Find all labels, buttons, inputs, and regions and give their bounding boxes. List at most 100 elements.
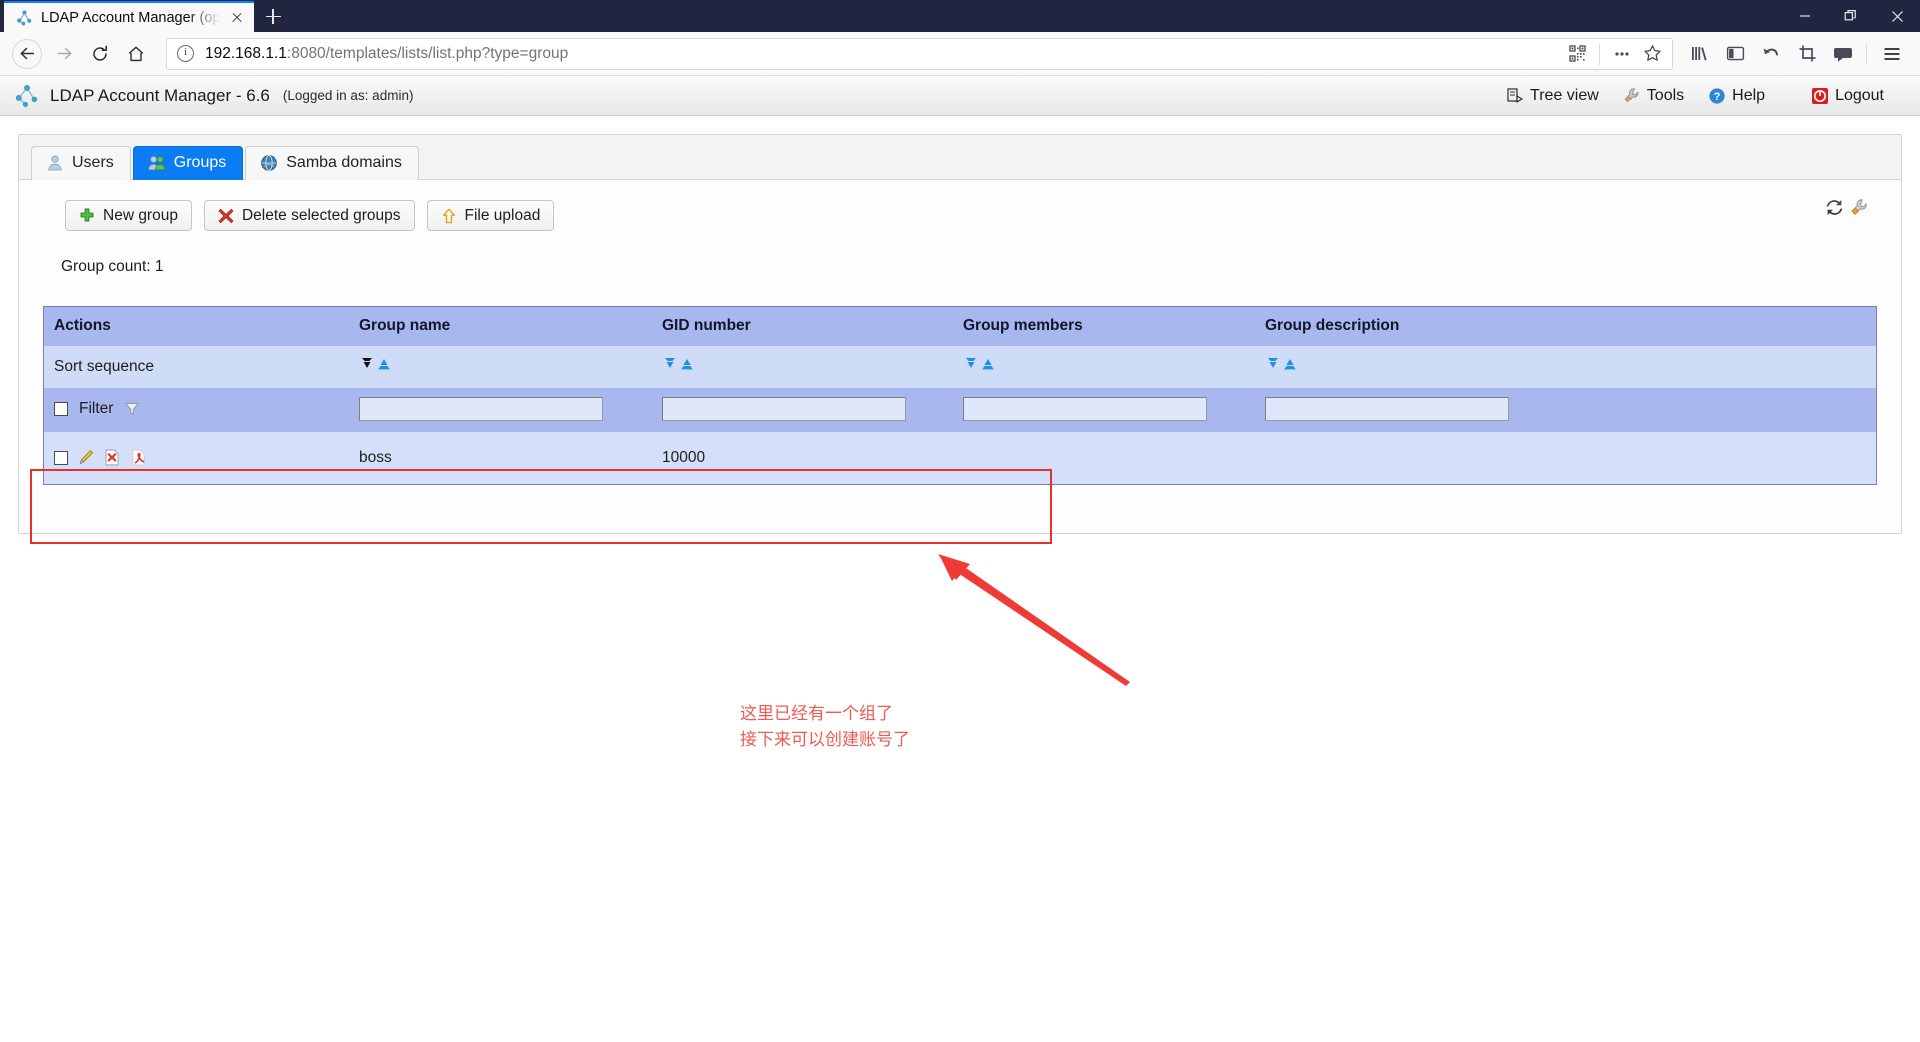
- restore-button[interactable]: [1828, 0, 1874, 32]
- sort-ascending-icon[interactable]: [1282, 356, 1298, 373]
- action-button-row: New group Delete selected groups File up…: [19, 196, 1901, 231]
- filter-input-group-name[interactable]: [359, 397, 603, 421]
- nav-tree-view[interactable]: Tree view: [1494, 87, 1611, 105]
- filter-input-group-description[interactable]: [1265, 397, 1509, 421]
- url-text: 192.168.1.1:8080/templates/lists/list.ph…: [205, 44, 569, 62]
- close-button[interactable]: [1874, 0, 1920, 32]
- tree-view-icon: [1507, 87, 1524, 103]
- new-tab-button[interactable]: [254, 1, 292, 32]
- filter-label: Filter: [79, 400, 114, 417]
- site-info-icon[interactable]: [177, 45, 194, 62]
- edit-pencil-icon[interactable]: [78, 449, 94, 466]
- qr-code-icon[interactable]: [1563, 40, 1591, 68]
- screenshot-crop-icon[interactable]: [1789, 36, 1825, 72]
- sort-descending-icon[interactable]: [963, 356, 979, 373]
- browser-tab[interactable]: LDAP Account Manager (ope: [4, 1, 254, 32]
- sort-arrows-group-name[interactable]: [359, 356, 392, 373]
- cell-group-members: [953, 432, 1255, 484]
- sort-ascending-icon[interactable]: [679, 356, 695, 373]
- browser-toolbar-right: [1681, 36, 1914, 72]
- filter-input-group-members[interactable]: [963, 397, 1207, 421]
- filter-control-cell: Filter: [44, 388, 349, 432]
- app-menu-icon[interactable]: [1874, 36, 1910, 72]
- sort-descending-icon[interactable]: [359, 356, 375, 373]
- nav-logout-label: Logout: [1835, 86, 1884, 104]
- delete-selected-groups-button[interactable]: Delete selected groups: [203, 200, 415, 231]
- logout-icon: [1812, 87, 1829, 104]
- annotation-text: 这里已经有一个组了 接下来可以创建账号了: [740, 701, 910, 753]
- globe-icon: [261, 155, 278, 171]
- group-icon: [148, 156, 166, 170]
- file-upload-label: File upload: [464, 206, 541, 224]
- nav-tools[interactable]: Tools: [1611, 87, 1696, 105]
- filter-input-gid-number[interactable]: [662, 397, 906, 421]
- home-button[interactable]: [118, 36, 154, 72]
- tab-samba-domains[interactable]: Samba domains: [245, 146, 419, 180]
- page-actions-ellipsis-icon[interactable]: [1608, 40, 1636, 68]
- nav-logout[interactable]: Logout: [1799, 87, 1896, 105]
- wrench-icon[interactable]: [1850, 198, 1869, 217]
- main-panel: Users Groups Samba domains New group Del…: [18, 134, 1902, 534]
- refresh-icon[interactable]: [1825, 198, 1844, 217]
- nav-tools-label: Tools: [1646, 86, 1685, 104]
- annotation-arrow-icon: [938, 554, 1130, 686]
- module-tabs: Users Groups Samba domains: [19, 135, 1901, 180]
- groups-table: Actions Group name GID number Group memb…: [44, 307, 1876, 484]
- tab-users[interactable]: Users: [31, 146, 131, 180]
- row-select-checkbox[interactable]: [54, 450, 68, 465]
- sort-descending-icon[interactable]: [662, 356, 678, 373]
- sort-arrows-gid-number[interactable]: [662, 356, 695, 373]
- row-actions-cell: [44, 432, 349, 484]
- sidebar-icon[interactable]: [1717, 36, 1753, 72]
- tab-close-icon[interactable]: [228, 9, 246, 27]
- pdf-icon[interactable]: [130, 449, 146, 466]
- url-bar[interactable]: 192.168.1.1:8080/templates/lists/list.ph…: [166, 37, 1673, 70]
- sort-descending-icon[interactable]: [1265, 356, 1281, 373]
- help-question-icon: ?: [1709, 87, 1725, 104]
- table-row[interactable]: boss 10000: [44, 432, 1876, 484]
- page-content: LDAP Account Manager - 6.6 (Logged in as…: [0, 76, 1920, 1042]
- sort-ascending-icon[interactable]: [376, 356, 392, 373]
- forward-button[interactable]: [46, 36, 82, 72]
- nav-help[interactable]: ? Help: [1696, 87, 1777, 105]
- panel-tool-icons: [1825, 198, 1869, 217]
- group-count-label: Group count: 1: [61, 258, 164, 275]
- select-all-checkbox[interactable]: [54, 402, 68, 416]
- plus-icon: [80, 208, 94, 221]
- delete-x-icon: [218, 208, 234, 223]
- tab-groups[interactable]: Groups: [132, 146, 244, 180]
- svg-text:?: ?: [1714, 91, 1721, 103]
- header-actions: Actions: [44, 307, 349, 346]
- file-upload-button[interactable]: File upload: [426, 200, 555, 231]
- undo-icon[interactable]: [1753, 36, 1789, 72]
- reload-icon: [93, 45, 107, 61]
- bookmark-star-icon[interactable]: [1638, 40, 1666, 68]
- new-group-button[interactable]: New group: [65, 200, 192, 231]
- divider: [1866, 42, 1867, 65]
- library-icon[interactable]: [1681, 36, 1717, 72]
- header-group-name: Group name: [349, 307, 652, 346]
- sort-sequence-row: Sort sequence: [44, 346, 1876, 388]
- sort-cell-group-members: [953, 346, 1255, 388]
- url-bar-icons: [1563, 40, 1666, 68]
- home-icon: [128, 46, 144, 61]
- cell-group-name: boss: [349, 432, 652, 484]
- header-group-description: Group description: [1255, 307, 1876, 346]
- minimize-button[interactable]: [1782, 0, 1828, 32]
- header-group-members: Group members: [953, 307, 1255, 346]
- groups-table-wrapper: Actions Group name GID number Group memb…: [43, 306, 1877, 485]
- sort-ascending-icon[interactable]: [980, 356, 996, 373]
- divider: [1599, 42, 1600, 65]
- lam-top-nav: Tree view Tools ? Help Logout: [1494, 87, 1896, 105]
- pocket-icon[interactable]: [1825, 36, 1861, 72]
- lam-header-bar: LDAP Account Manager - 6.6 (Logged in as…: [0, 76, 1920, 116]
- delete-x-icon[interactable]: [104, 449, 120, 466]
- logged-in-as-label: (Logged in as: admin): [282, 88, 414, 103]
- funnel-icon[interactable]: [124, 401, 140, 417]
- sort-arrows-group-members[interactable]: [963, 356, 996, 373]
- back-button[interactable]: [12, 38, 42, 69]
- panel-body: New group Delete selected groups File up…: [19, 180, 1901, 499]
- reload-button[interactable]: [82, 36, 118, 72]
- cell-gid-number: 10000: [652, 432, 953, 484]
- sort-arrows-group-description[interactable]: [1265, 356, 1298, 373]
